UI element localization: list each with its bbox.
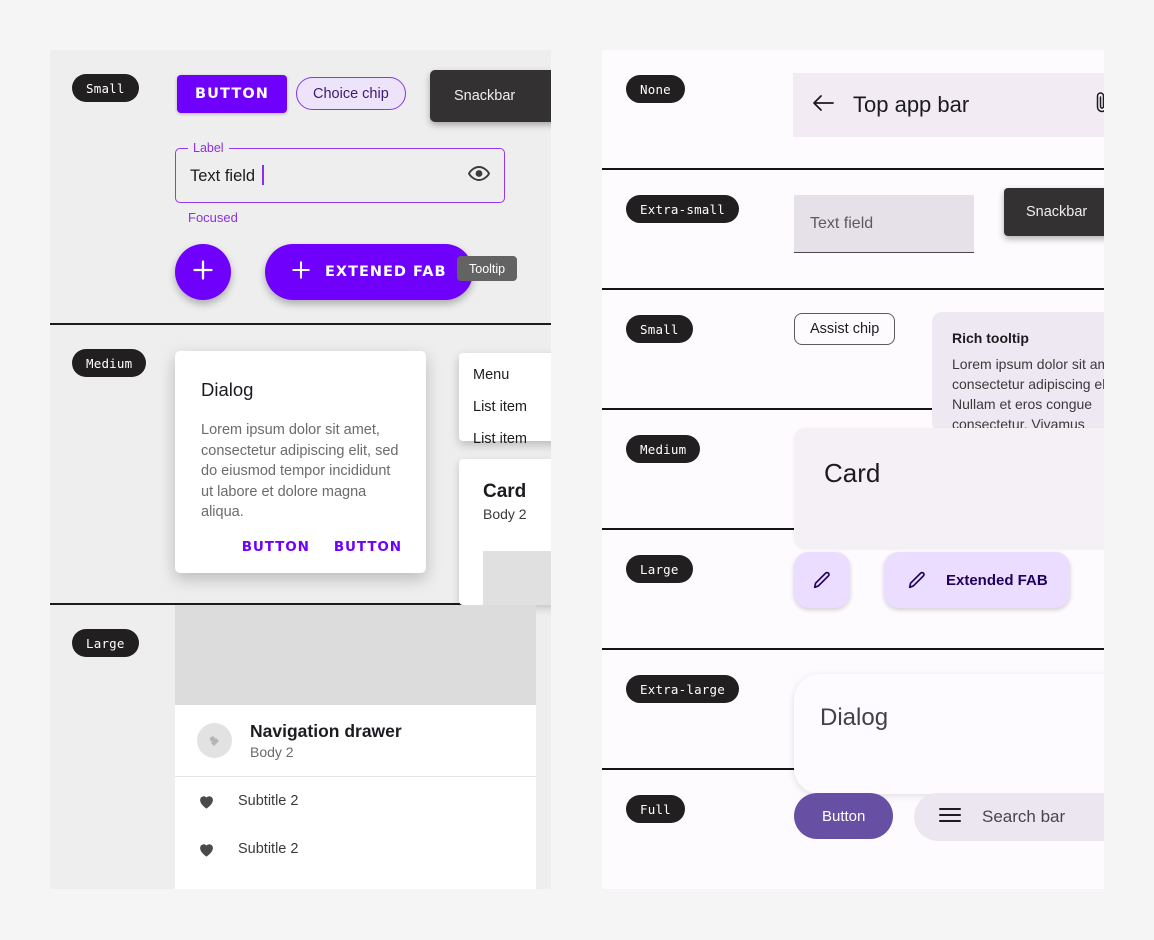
left-panel: Small BUTTON Choice chip Snackbar Label … xyxy=(50,50,551,889)
attachment-icon[interactable] xyxy=(1093,91,1104,120)
text-field-box[interactable]: Label Text field xyxy=(175,141,505,203)
outlined-text-field[interactable]: Label Text field Focused xyxy=(175,141,505,225)
snackbar: Snackbar xyxy=(1004,188,1104,236)
fab-button[interactable] xyxy=(794,552,850,608)
shape-badge-none: None xyxy=(626,75,685,103)
top-app-bar: Top app bar xyxy=(793,73,1104,137)
card-body: Body 2 xyxy=(483,506,527,522)
shape-badge-small: Small xyxy=(626,315,693,343)
left-section-large: Large Navigation drawer Body 2 Subtitle … xyxy=(50,605,551,889)
right-row-full: Full Button Search bar xyxy=(602,770,1104,889)
heart-icon xyxy=(200,843,213,857)
dialog-confirm-button[interactable]: BUTTON xyxy=(334,539,402,555)
plain-tooltip: Tooltip xyxy=(457,256,518,281)
fab-button[interactable] xyxy=(175,244,231,300)
right-row-small: Small Assist chip Rich tooltip Lorem ips… xyxy=(602,290,1104,432)
shape-badge-medium: Medium xyxy=(72,349,147,377)
card[interactable]: Card Body 2 xyxy=(459,459,551,605)
dialog-title: Dialog xyxy=(201,379,254,400)
drawer-header: Navigation drawer Body 2 xyxy=(175,705,536,777)
plus-icon xyxy=(192,259,214,286)
card-media-placeholder xyxy=(483,551,551,605)
menu-item[interactable]: List item xyxy=(459,395,551,418)
shape-badge-full: Full xyxy=(626,795,685,823)
shape-badge-small: Small xyxy=(72,74,139,102)
drawer-subtitle: Body 2 xyxy=(250,744,294,760)
extended-fab-label: EXTENED FAB xyxy=(325,264,447,280)
menu: Menu List item List item xyxy=(459,353,551,447)
avatar xyxy=(197,723,232,758)
dialog-actions: BUTTON BUTTON xyxy=(242,539,402,555)
drawer-hero-image xyxy=(175,605,536,705)
left-section-small: Small BUTTON Choice chip Snackbar Label … xyxy=(50,50,551,325)
drawer-list-item-label: Subtitle 2 xyxy=(238,793,299,809)
top-app-bar-title: Top app bar xyxy=(853,92,970,117)
left-section-medium: Medium Dialog Lorem ipsum dolor sit amet… xyxy=(50,325,551,605)
text-field-label: Label xyxy=(188,141,229,155)
search-bar-placeholder: Search bar xyxy=(982,807,1066,826)
right-row-extra-large: Extra-large Dialog xyxy=(602,650,1104,794)
right-row-large: Large Extended FAB xyxy=(602,530,1104,650)
filled-button[interactable]: BUTTON xyxy=(177,75,288,113)
extended-fab-label: Extended FAB xyxy=(946,571,1048,589)
shape-badge-extra-large: Extra-large xyxy=(626,675,739,703)
rich-tooltip-title: Rich tooltip xyxy=(952,330,1029,346)
drawer-title: Navigation drawer xyxy=(250,721,402,741)
dialog-dismiss-button[interactable]: BUTTON xyxy=(242,539,310,555)
shape-badge-large: Large xyxy=(626,555,693,583)
drawer-list-item[interactable]: Subtitle 2 xyxy=(175,777,536,825)
text-field-value: Text field xyxy=(190,167,256,185)
text-cursor xyxy=(262,165,264,185)
text-field-value-wrap: Text field xyxy=(190,165,264,186)
right-row-none: None Top app bar xyxy=(602,50,1104,170)
card-title: Card xyxy=(483,481,527,502)
plus-icon xyxy=(291,260,311,284)
navigation-drawer: Navigation drawer Body 2 Subtitle 2 Subt… xyxy=(175,605,536,889)
search-bar[interactable]: Search bar xyxy=(914,793,1104,841)
right-row-extra-small: Extra-small Text field Snackbar xyxy=(602,170,1104,290)
menu-item[interactable]: List item xyxy=(459,427,551,450)
shape-badge-extra-small: Extra-small xyxy=(626,195,739,223)
drawer-list-item[interactable]: Subtitle 2 xyxy=(175,825,536,873)
arrow-left-icon[interactable] xyxy=(811,93,835,118)
extended-fab-button[interactable]: Extended FAB xyxy=(884,552,1070,608)
filled-text-field[interactable]: Text field xyxy=(794,195,974,253)
dialog-body: Lorem ipsum dolor sit amet, consectetur … xyxy=(201,422,399,520)
text-field-helper: Focused xyxy=(188,210,238,225)
assist-chip[interactable]: Assist chip xyxy=(794,313,896,345)
drawer-header-text: Navigation drawer Body 2 xyxy=(250,721,402,760)
pencil-icon xyxy=(908,571,925,589)
shape-badge-large: Large xyxy=(72,629,139,657)
drawer-list-item-label: Subtitle 2 xyxy=(238,841,299,857)
snackbar: Snackbar xyxy=(430,70,551,122)
right-panel: None Top app bar Extra-small Text field … xyxy=(602,50,1104,889)
filled-button[interactable]: Button xyxy=(794,793,894,839)
dialog-title: Dialog xyxy=(820,704,889,731)
text-field-placeholder: Text field xyxy=(810,214,874,232)
right-row-medium: Medium Card xyxy=(602,410,1104,548)
choice-chip[interactable]: Choice chip xyxy=(296,77,406,110)
menu-icon[interactable] xyxy=(938,807,962,828)
card-title: Card xyxy=(824,458,881,488)
eye-icon[interactable] xyxy=(467,165,491,186)
heart-icon xyxy=(200,795,213,809)
menu-item-header[interactable]: Menu xyxy=(459,363,551,386)
dialog: Dialog Lorem ipsum dolor sit amet, conse… xyxy=(175,351,426,573)
extended-fab-button[interactable]: EXTENED FAB xyxy=(265,244,473,300)
pencil-icon xyxy=(813,571,830,589)
shape-badge-medium: Medium xyxy=(626,435,701,463)
